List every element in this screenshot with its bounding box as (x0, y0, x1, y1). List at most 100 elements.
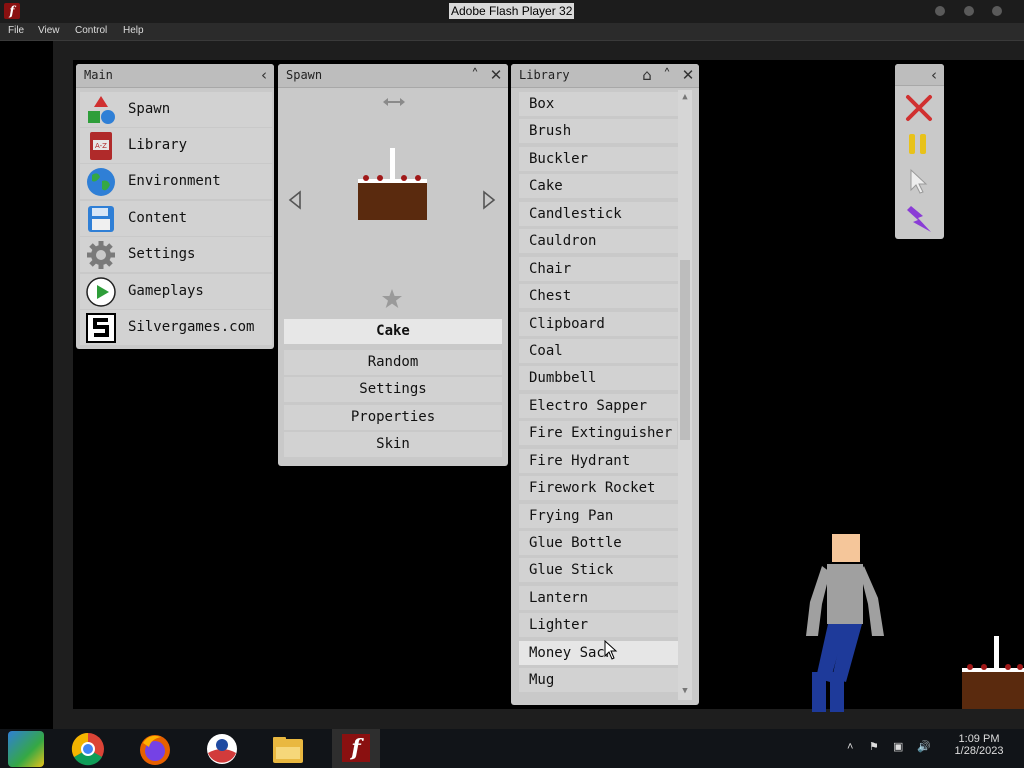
stage-border-top (53, 41, 1024, 60)
random-button[interactable]: Random (284, 350, 502, 375)
main-item-label: Environment (128, 173, 221, 189)
menu-view[interactable]: View (38, 25, 60, 36)
library-item-hovered[interactable]: Money Sack (519, 641, 681, 665)
menu-file[interactable]: File (8, 25, 24, 36)
spawn-settings-button[interactable]: Settings (284, 377, 502, 402)
clock-time: 1:09 PM (958, 733, 1000, 745)
library-item[interactable]: Fire Extinguisher (519, 421, 677, 445)
scroll-down-arrow-icon[interactable]: ▼ (678, 684, 692, 698)
main-panel-title: Main (84, 68, 113, 82)
library-item[interactable]: Coal (519, 339, 681, 363)
menu-help[interactable]: Help (123, 25, 144, 36)
main-item-content[interactable]: Content (80, 201, 272, 236)
library-item[interactable]: Fire Hydrant (519, 449, 681, 473)
pause-icon[interactable] (907, 132, 929, 156)
favorite-star-icon[interactable] (381, 288, 403, 310)
library-item[interactable]: Firework Rocket (519, 476, 681, 500)
files-icon[interactable] (8, 731, 44, 767)
gear-icon (87, 241, 115, 269)
home-icon[interactable]: ⌂ (637, 64, 657, 86)
folder-icon[interactable] (270, 731, 306, 767)
library-item[interactable]: Candlestick (519, 202, 681, 226)
library-item[interactable]: Electro Sapper (519, 394, 681, 418)
library-item[interactable]: Glue Stick (519, 558, 681, 582)
silvergames-logo-icon (86, 313, 116, 343)
close-icon[interactable]: ✕ (486, 64, 506, 86)
library-item[interactable]: Cake (519, 174, 681, 198)
maximize-button[interactable] (964, 6, 974, 16)
main-item-spawn[interactable]: Spawn (80, 92, 272, 127)
flag-icon[interactable]: ⚑ (869, 740, 879, 753)
cursor-icon[interactable] (909, 168, 929, 194)
library-item[interactable]: Lighter (519, 613, 681, 637)
stage-border-left (53, 41, 73, 712)
main-item-settings[interactable]: Settings (80, 237, 272, 272)
delete-icon[interactable] (905, 94, 933, 122)
close-window-button[interactable] (992, 6, 1002, 16)
spawn-panel-title: Spawn (286, 68, 323, 82)
properties-button[interactable]: Properties (284, 405, 502, 430)
cake-object[interactable] (962, 636, 1024, 709)
flip-arrows-icon[interactable] (382, 96, 406, 108)
flash-taskbar-button[interactable]: f (332, 729, 380, 768)
library-item[interactable]: Buckler (519, 147, 681, 171)
window-title: Adobe Flash Player 32 (449, 3, 575, 19)
close-icon[interactable]: ✕ (678, 64, 698, 86)
library-scrollbar[interactable]: ▲ ▼ (678, 90, 692, 700)
library-item[interactable]: Clipboard (519, 312, 681, 336)
library-item[interactable]: Box (519, 92, 681, 116)
globe-icon (87, 168, 115, 196)
next-arrow-icon[interactable] (482, 190, 496, 210)
firefox-icon[interactable] (137, 731, 173, 767)
library-item[interactable]: Mug (519, 668, 681, 692)
library-item[interactable]: Lantern (519, 586, 681, 610)
flash-player-icon: f (4, 3, 20, 19)
selected-item-label[interactable]: Cake (284, 319, 502, 344)
library-item[interactable]: Chair (519, 257, 681, 281)
menu-control[interactable]: Control (75, 25, 107, 36)
collapse-up-icon[interactable]: ˄ (465, 64, 485, 86)
collapse-up-icon[interactable]: ˄ (657, 64, 677, 86)
tray-expand-icon[interactable]: ˄ (847, 741, 853, 753)
spawn-panel: Spawn ˄ ✕ Cake Random Settings Propertie… (278, 64, 508, 466)
library-item[interactable]: Glue Bottle (519, 531, 681, 555)
library-item[interactable]: Dumbbell (519, 366, 681, 390)
library-item[interactable]: Cauldron (519, 229, 681, 253)
lightning-icon[interactable] (905, 204, 933, 234)
skin-button[interactable]: Skin (284, 432, 502, 457)
minimize-button[interactable] (935, 6, 945, 16)
library-panel: Library ⌂ ˄ ✕ Box Brush Buckler Cake Can… (511, 64, 699, 705)
library-item[interactable]: Frying Pan (519, 504, 681, 528)
main-item-gameplays[interactable]: Gameplays (80, 274, 272, 309)
main-item-environment[interactable]: Environment (80, 164, 272, 199)
collapse-chevron-icon[interactable]: ‹ (926, 64, 942, 86)
ragdoll-person[interactable] (800, 532, 890, 712)
main-item-library[interactable]: A-Z Library (80, 128, 272, 163)
library-item[interactable]: Chest (519, 284, 681, 308)
title-bar: f Adobe Flash Player 32 (0, 0, 1024, 23)
main-item-label: Silvergames.com (128, 319, 255, 335)
previous-arrow-icon[interactable] (288, 190, 302, 210)
collapse-chevron-icon[interactable]: ‹ (254, 64, 274, 86)
main-item-label: Content (128, 210, 188, 226)
obama-logo-icon[interactable] (204, 731, 240, 767)
flash-player-icon: f (342, 734, 370, 762)
scroll-thumb[interactable] (680, 260, 690, 440)
clock[interactable]: 1:09 PM 1/28/2023 (946, 733, 1012, 757)
main-item-silvergames[interactable]: Silvergames.com (80, 310, 272, 345)
floppy-disk-icon (88, 206, 114, 232)
clock-date: 1/28/2023 (954, 745, 1004, 757)
chrome-icon[interactable] (70, 731, 106, 767)
library-item[interactable]: Brush (519, 119, 681, 143)
stage-border-bottom (53, 709, 1024, 729)
cake-preview (358, 148, 427, 220)
book-icon: A-Z (90, 132, 112, 160)
play-icon (86, 277, 116, 307)
library-panel-title: Library (519, 68, 570, 82)
network-icon[interactable]: ▣ (893, 740, 903, 753)
scroll-up-arrow-icon[interactable]: ▲ (678, 90, 692, 104)
svg-text:A-Z: A-Z (95, 142, 107, 150)
mouse-cursor-icon (604, 640, 618, 660)
main-item-label: Spawn (128, 101, 171, 117)
volume-icon[interactable]: 🔊 (917, 740, 931, 753)
